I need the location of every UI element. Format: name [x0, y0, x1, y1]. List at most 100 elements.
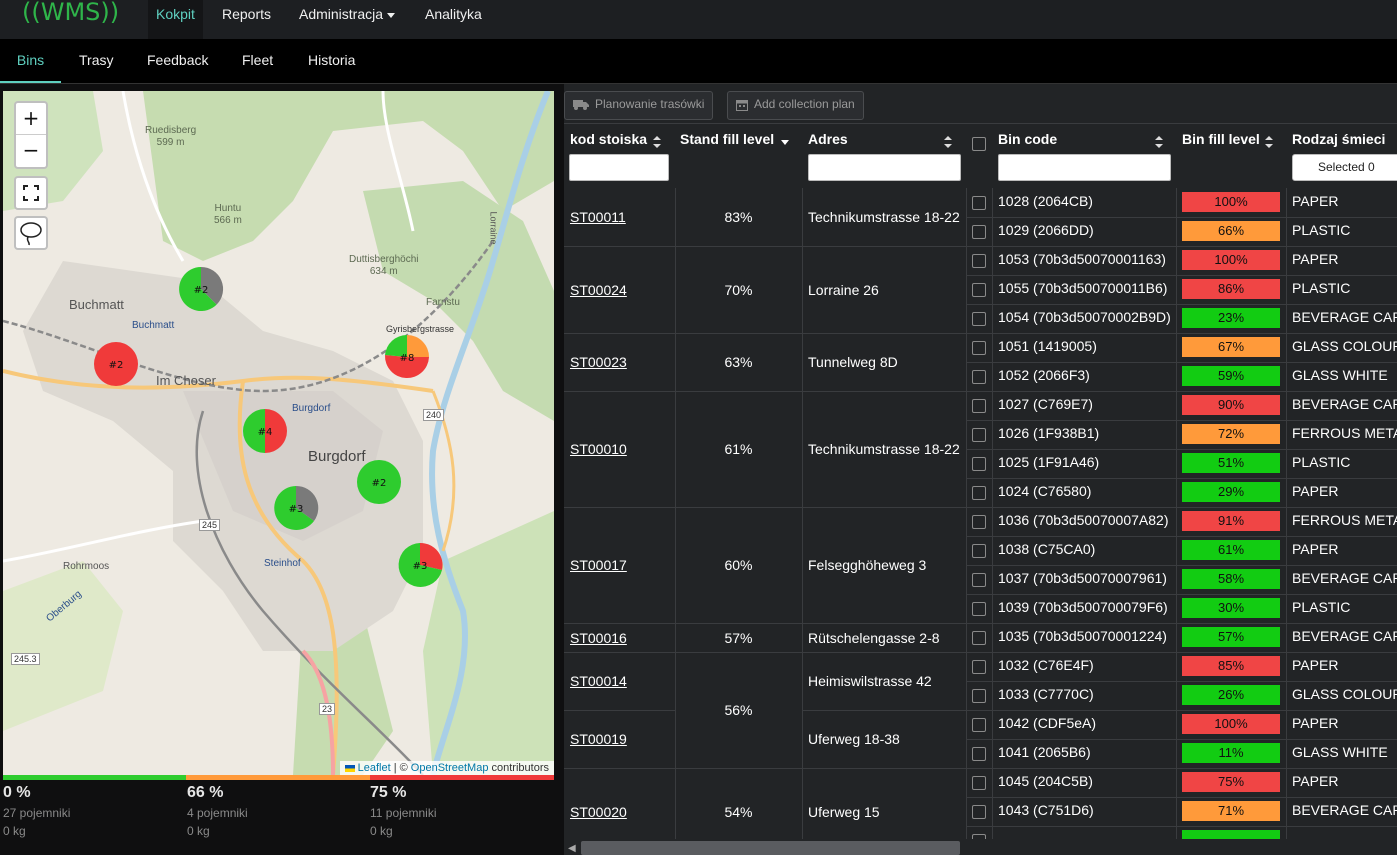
tab-bins[interactable]: Bins [0, 39, 61, 83]
scroll-left-arrow-icon[interactable]: ◀ [568, 843, 576, 854]
row-divider [966, 246, 1397, 247]
row-checkbox[interactable] [972, 457, 986, 471]
scrollbar-thumb[interactable] [581, 841, 960, 855]
sort-icon[interactable] [1265, 136, 1273, 148]
stand-code-link[interactable]: ST00011 [570, 209, 626, 225]
row-divider [966, 304, 1397, 305]
cluster-marker[interactable]: #2 [179, 266, 224, 311]
sort-icon[interactable] [653, 136, 661, 148]
cluster-marker[interactable]: #8 [384, 334, 429, 379]
header-bin-code[interactable]: Bin code [998, 131, 1057, 147]
waste-type: PAPER [1292, 541, 1339, 557]
header-address[interactable]: Adres [808, 131, 848, 147]
row-checkbox[interactable] [972, 631, 986, 645]
row-checkbox[interactable] [972, 689, 986, 703]
map-view[interactable]: Ruedisberg 599 m Huntu 566 m Duttisberghöc… [3, 91, 554, 775]
code-filter-input[interactable] [569, 154, 669, 181]
lasso-button[interactable] [14, 216, 48, 250]
osm-link[interactable]: OpenStreetMap [411, 762, 489, 774]
plan-routes-button[interactable]: Planowanie trasówki [564, 91, 714, 120]
stand-code-link[interactable]: ST00016 [570, 630, 627, 646]
tab-historia[interactable]: Historia [308, 39, 355, 83]
row-divider [564, 246, 992, 247]
cluster-layer: #2 #2 #8 #4 #2 #3 #3 [94, 266, 443, 587]
stand-code-link[interactable]: ST00017 [570, 557, 627, 573]
stand-code-link[interactable]: ST00010 [570, 441, 627, 457]
cluster-marker[interactable]: #3 [274, 485, 319, 530]
column-divider [992, 188, 993, 855]
stand-code-link[interactable]: ST00024 [570, 282, 627, 298]
waste-type: PLASTIC [1292, 599, 1351, 615]
nav-reports[interactable]: Reports [214, 0, 279, 39]
sort-icon[interactable] [1155, 136, 1163, 148]
row-checkbox[interactable] [972, 660, 986, 674]
row-checkbox[interactable] [972, 341, 986, 355]
row-checkbox[interactable] [972, 196, 986, 210]
row-checkbox[interactable] [972, 312, 986, 326]
column-divider [1176, 188, 1177, 855]
tab-trasy[interactable]: Trasy [79, 39, 113, 83]
nav-administracja[interactable]: Administracja [291, 0, 403, 39]
row-checkbox[interactable] [972, 370, 986, 384]
fullscreen-button[interactable] [14, 176, 48, 210]
row-divider [966, 594, 1397, 595]
header-stand-fill[interactable]: Stand fill level [680, 131, 774, 147]
bin-code: 1053 (70b3d50070001163) [998, 251, 1166, 267]
cluster-marker[interactable]: #4 [243, 409, 287, 453]
cluster-marker[interactable]: #3 [398, 542, 443, 587]
row-checkbox[interactable] [972, 428, 986, 442]
row-divider [966, 565, 1397, 566]
zoom-in-button[interactable]: + [16, 103, 46, 135]
horizontal-scrollbar[interactable]: ◀ [564, 839, 1397, 855]
tab-bar: Bins Trasy Feedback Fleet Historia [0, 39, 1397, 84]
stand-code-link[interactable]: ST00019 [570, 731, 627, 747]
cluster-marker[interactable]: #2 [357, 460, 401, 504]
bin-code: 1032 (C76E4F) [998, 657, 1094, 673]
bin-code: 1033 (C7770C) [998, 686, 1094, 702]
sort-desc-icon[interactable] [781, 140, 789, 146]
row-checkbox[interactable] [972, 573, 986, 587]
row-checkbox[interactable] [972, 776, 986, 790]
cluster-marker[interactable]: #2 [94, 342, 138, 386]
leaflet-link[interactable]: Leaflet [358, 762, 391, 774]
stand-fill-level: 70% [724, 281, 753, 298]
row-checkbox[interactable] [972, 254, 986, 268]
row-checkbox[interactable] [972, 805, 986, 819]
nav-kokpit[interactable]: Kokpit [148, 0, 203, 39]
row-checkbox[interactable] [972, 747, 986, 761]
tab-feedback[interactable]: Feedback [147, 39, 208, 83]
stand-code-link[interactable]: ST00020 [570, 804, 627, 820]
row-checkbox[interactable] [972, 718, 986, 732]
row-checkbox[interactable] [972, 225, 986, 239]
stand-code-link[interactable]: ST00023 [570, 354, 627, 370]
row-checkbox[interactable] [972, 399, 986, 413]
waste-type-filter-select[interactable]: Selected 0⌄ [1292, 154, 1397, 181]
header-bin-fill[interactable]: Bin fill level [1182, 131, 1260, 147]
ukraine-flag-icon [344, 764, 355, 772]
bin-code-filter-input[interactable] [998, 154, 1171, 181]
waste-type: BEVERAGE CART [1292, 396, 1397, 412]
header-code[interactable]: kod stoiska [570, 131, 647, 147]
nav-administracja-label: Administracja [299, 6, 384, 22]
zoom-out-button[interactable]: − [16, 135, 46, 166]
add-collection-plan-label: Add collection plan [754, 97, 855, 111]
tab-fleet[interactable]: Fleet [242, 39, 273, 83]
header-waste-type[interactable]: Rodzaj śmieci [1292, 131, 1385, 147]
nav-analityka[interactable]: Analityka [417, 0, 490, 39]
stat-weight: 0 kg [370, 824, 393, 838]
waste-type: PAPER [1292, 193, 1339, 209]
row-checkbox[interactable] [972, 515, 986, 529]
row-checkbox[interactable] [972, 486, 986, 500]
row-checkbox[interactable] [972, 544, 986, 558]
waste-type: PAPER [1292, 657, 1339, 673]
row-checkbox[interactable] [972, 283, 986, 297]
select-all-checkbox[interactable] [972, 137, 986, 151]
stand-code-link[interactable]: ST00014 [570, 673, 627, 689]
address-filter-input[interactable] [808, 154, 961, 181]
row-checkbox[interactable] [972, 602, 986, 616]
bin-code: 1041 (2065B6) [998, 744, 1091, 760]
app-logo[interactable]: ((WMS)) [22, 0, 119, 26]
add-collection-plan-button[interactable]: Add collection plan [727, 91, 864, 120]
waste-type: FERROUS METAL [1292, 512, 1397, 528]
sort-icon[interactable] [944, 136, 952, 148]
